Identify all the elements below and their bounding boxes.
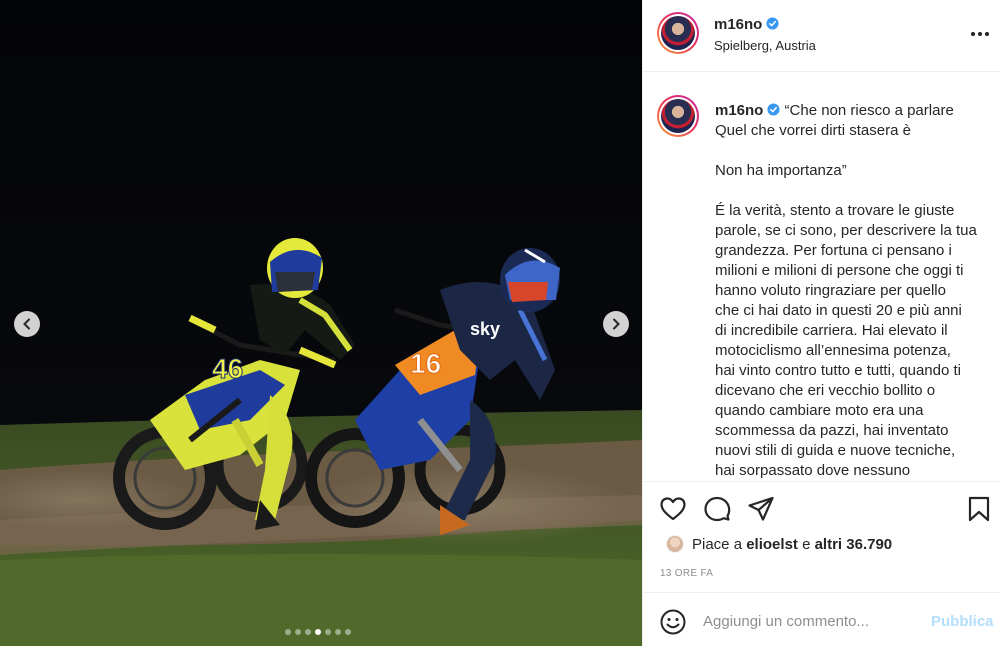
post-header: m16no Spielberg, Austria xyxy=(643,0,1000,72)
author-avatar[interactable] xyxy=(657,12,699,54)
caption-line: hai sorpassato dove nessuno xyxy=(715,462,911,479)
caption-line: scommessa da pazzi, hai inventato xyxy=(715,422,949,439)
caption-line: Non ha importanza” xyxy=(715,162,847,179)
likes-others-count[interactable]: altri 36.790 xyxy=(815,536,893,553)
share-button[interactable] xyxy=(747,495,775,523)
caption-author-avatar[interactable] xyxy=(657,95,699,137)
post-panel: m16no Spielberg, Austria m16no “Che non … xyxy=(642,0,1000,646)
carousel-indicator xyxy=(285,629,351,635)
caption-line: di incredibile carriera. Hai elevato il xyxy=(715,322,948,339)
post-photo: 46 16 sky xyxy=(0,0,642,646)
caption-text: m16no “Che non riesco a parlare Quel che… xyxy=(715,101,987,481)
caption-line: parole, se ci sono, per descrivere la tu… xyxy=(715,222,977,239)
rider-16-number: 16 xyxy=(410,348,441,379)
comment-button[interactable] xyxy=(703,495,731,523)
publish-button[interactable]: Pubblica xyxy=(931,613,994,630)
caption-line: grandezza. Per fortuna ci pensano i xyxy=(715,242,952,259)
caption-body: Quel che vorrei dirti stasera è Non ha im… xyxy=(715,121,987,481)
post-location[interactable]: Spielberg, Austria xyxy=(714,38,816,53)
liker-avatar[interactable] xyxy=(666,535,684,553)
caption-line: hai vinto contro tutto e tutti, quando t… xyxy=(715,362,961,379)
chevron-left-icon xyxy=(23,318,30,330)
carousel-next-button[interactable] xyxy=(603,311,629,337)
carousel-dot xyxy=(325,629,331,635)
more-icon-dot xyxy=(985,32,989,36)
add-comment-bar: Pubblica xyxy=(643,592,1000,646)
carousel-dot xyxy=(335,629,341,635)
liker-username[interactable]: elioelst xyxy=(746,536,798,553)
caption-username[interactable]: m16no xyxy=(715,102,763,119)
post-timestamp[interactable]: 13 ORE FA xyxy=(660,568,713,579)
carousel-dot xyxy=(305,629,311,635)
likes-connector: e xyxy=(802,535,811,553)
caption-first-line: “Che non riesco a parlare xyxy=(784,102,954,119)
caption-line: quando cambiare moto era una xyxy=(715,402,924,419)
more-icon-dot xyxy=(978,32,982,36)
more-icon-dot xyxy=(971,32,975,36)
like-button[interactable] xyxy=(659,495,687,523)
caption-line: nuovi stili di guida e nuove tecniche, xyxy=(715,442,956,459)
comment-input[interactable] xyxy=(703,610,923,632)
comment-icon xyxy=(704,496,731,522)
paper-plane-icon xyxy=(748,496,774,521)
smiley-icon xyxy=(660,609,686,635)
caption-line: milioni e milioni di persone che oggi ti xyxy=(715,262,964,279)
carousel-dot xyxy=(345,629,351,635)
post-media[interactable]: 46 16 sky xyxy=(0,0,642,646)
caption-line: hanno voluto ringraziare per quello xyxy=(715,282,946,299)
bookmark-icon xyxy=(968,496,990,522)
more-options-button[interactable] xyxy=(971,25,989,43)
likes-prefix: Piace a xyxy=(692,535,743,553)
caption-line: dicevano che eri vecchio bollito o xyxy=(715,382,936,399)
verified-badge-icon xyxy=(766,17,779,30)
chevron-right-icon xyxy=(613,318,620,330)
likes-summary: Piace a elioelst e altri 36.790 xyxy=(666,535,892,553)
caption-line: motociclismo all’ennesima potenza, xyxy=(715,342,951,359)
author-name-line: m16no xyxy=(714,16,779,34)
rider-16-sponsor: sky xyxy=(470,319,500,339)
carousel-dot xyxy=(285,629,291,635)
carousel-prev-button[interactable] xyxy=(14,311,40,337)
verified-badge-icon xyxy=(767,103,780,116)
heart-icon xyxy=(660,497,686,521)
caption-line: che ci hai dato in questi 20 e più anni xyxy=(715,302,962,319)
carousel-dot-active xyxy=(315,629,321,635)
save-button[interactable] xyxy=(965,495,993,523)
caption-area: m16no “Che non riesco a parlare Quel che… xyxy=(643,73,1000,481)
author-username[interactable]: m16no xyxy=(714,16,762,33)
caption-line: Quel che vorrei dirti stasera è xyxy=(715,122,911,139)
carousel-dot xyxy=(295,629,301,635)
caption-line: É la verità, stento a trovare le giuste xyxy=(715,202,955,219)
rider-46-number: 46 xyxy=(212,353,243,384)
emoji-button[interactable] xyxy=(660,609,686,635)
